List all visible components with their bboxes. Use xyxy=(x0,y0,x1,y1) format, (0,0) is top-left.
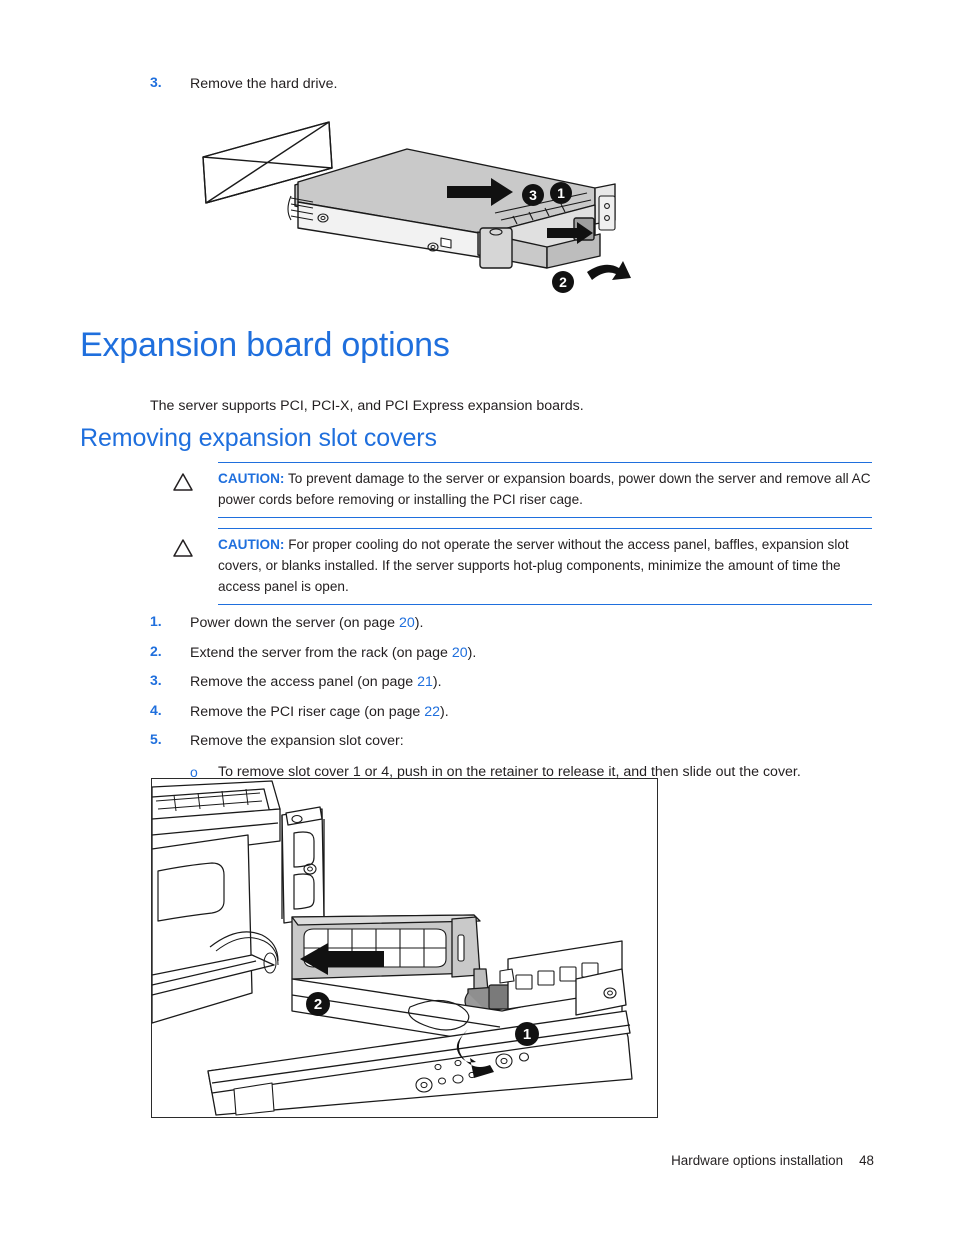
document-page: 3. Remove the hard drive. 3 1 2 Expansio… xyxy=(0,0,954,1235)
step-number: 5. xyxy=(150,731,162,748)
expansion-slot-cover-figure: 2 1 xyxy=(151,778,658,1118)
footer-page-number: 48 xyxy=(859,1153,874,1168)
step-text-post: ). xyxy=(440,703,449,720)
caution-block: CAUTION: To prevent damage to the server… xyxy=(150,462,872,519)
step-number: 3. xyxy=(150,672,162,689)
step-item: 5. Remove the expansion slot cover: xyxy=(150,731,870,752)
caution-triangle-icon xyxy=(172,538,194,558)
caution-rule-bottom xyxy=(218,604,872,606)
page-footer: Hardware options installation 48 xyxy=(0,1153,874,1168)
step-number: 2. xyxy=(150,642,162,659)
page-cross-reference-link[interactable]: 22 xyxy=(424,704,440,720)
step-item: 1. Power down the server (on page 20). xyxy=(150,613,870,634)
svg-text:2: 2 xyxy=(559,274,567,290)
caution-text-wrapper: CAUTION: For proper cooling do not opera… xyxy=(218,529,872,604)
caution-triangle-icon xyxy=(172,472,194,492)
hard-drive-removal-figure: 3 1 2 xyxy=(195,110,640,305)
svg-text:1: 1 xyxy=(557,185,565,201)
step-text: Remove the expansion slot cover: xyxy=(190,733,404,750)
caution-text-wrapper: CAUTION: To prevent damage to the server… xyxy=(218,463,872,517)
svg-text:3: 3 xyxy=(529,187,537,203)
step-text-pre: Remove the PCI riser cage (on page xyxy=(190,703,425,720)
step-text-pre: Extend the server from the rack (on page xyxy=(190,644,452,661)
caution-label: CAUTION: xyxy=(218,471,285,486)
svg-text:2: 2 xyxy=(314,996,322,1013)
top-step-text: Remove the hard drive. xyxy=(190,76,338,92)
step-number: 1. xyxy=(150,613,162,629)
step-item: 4. Remove the PCI riser cage (on page 22… xyxy=(150,702,870,723)
procedure-step-list: 1. Power down the server (on page 20). 2… xyxy=(150,613,870,783)
svg-text:1: 1 xyxy=(523,1026,531,1043)
footer-section-title: Hardware options installation xyxy=(671,1153,844,1168)
page-cross-reference-link[interactable]: 20 xyxy=(399,615,415,631)
step-text-post: ). xyxy=(432,674,442,691)
caution-block: CAUTION: For proper cooling do not opera… xyxy=(150,528,872,606)
intro-paragraph: The server supports PCI, PCI-X, and PCI … xyxy=(150,398,584,415)
step-text: Extend the server from the rack (on page… xyxy=(190,643,476,664)
caution-label: CAUTION: xyxy=(218,537,285,552)
page-cross-reference-link[interactable]: 21 xyxy=(417,674,433,690)
step-text-post: ). xyxy=(414,615,424,631)
step-text-pre: Power down the server (on page xyxy=(190,615,399,631)
caution-rule-bottom xyxy=(218,517,872,519)
caution-body: To prevent damage to the server or expan… xyxy=(218,471,871,508)
step-text: Remove the PCI riser cage (on page 22). xyxy=(190,702,449,723)
top-step-number: 3. xyxy=(150,74,162,90)
section-heading-expansion-board-options: Expansion board options xyxy=(80,326,450,364)
step-text-pre: Remove the access panel (on page xyxy=(190,674,418,691)
step-text-post: ). xyxy=(467,644,477,661)
caution-body: For proper cooling do not operate the se… xyxy=(218,537,849,595)
step-item: 3. Remove the access panel (on page 21). xyxy=(150,672,870,693)
step-text: Remove the access panel (on page 21). xyxy=(190,672,442,693)
page-cross-reference-link[interactable]: 20 xyxy=(452,645,468,661)
step-number: 4. xyxy=(150,701,162,718)
step-item: 2. Extend the server from the rack (on p… xyxy=(150,643,870,664)
step-text: Power down the server (on page 20). xyxy=(190,613,423,634)
subsection-heading-removing-expansion-slot-covers: Removing expansion slot covers xyxy=(80,424,437,452)
top-step-item: 3. Remove the hard drive. xyxy=(150,74,850,95)
